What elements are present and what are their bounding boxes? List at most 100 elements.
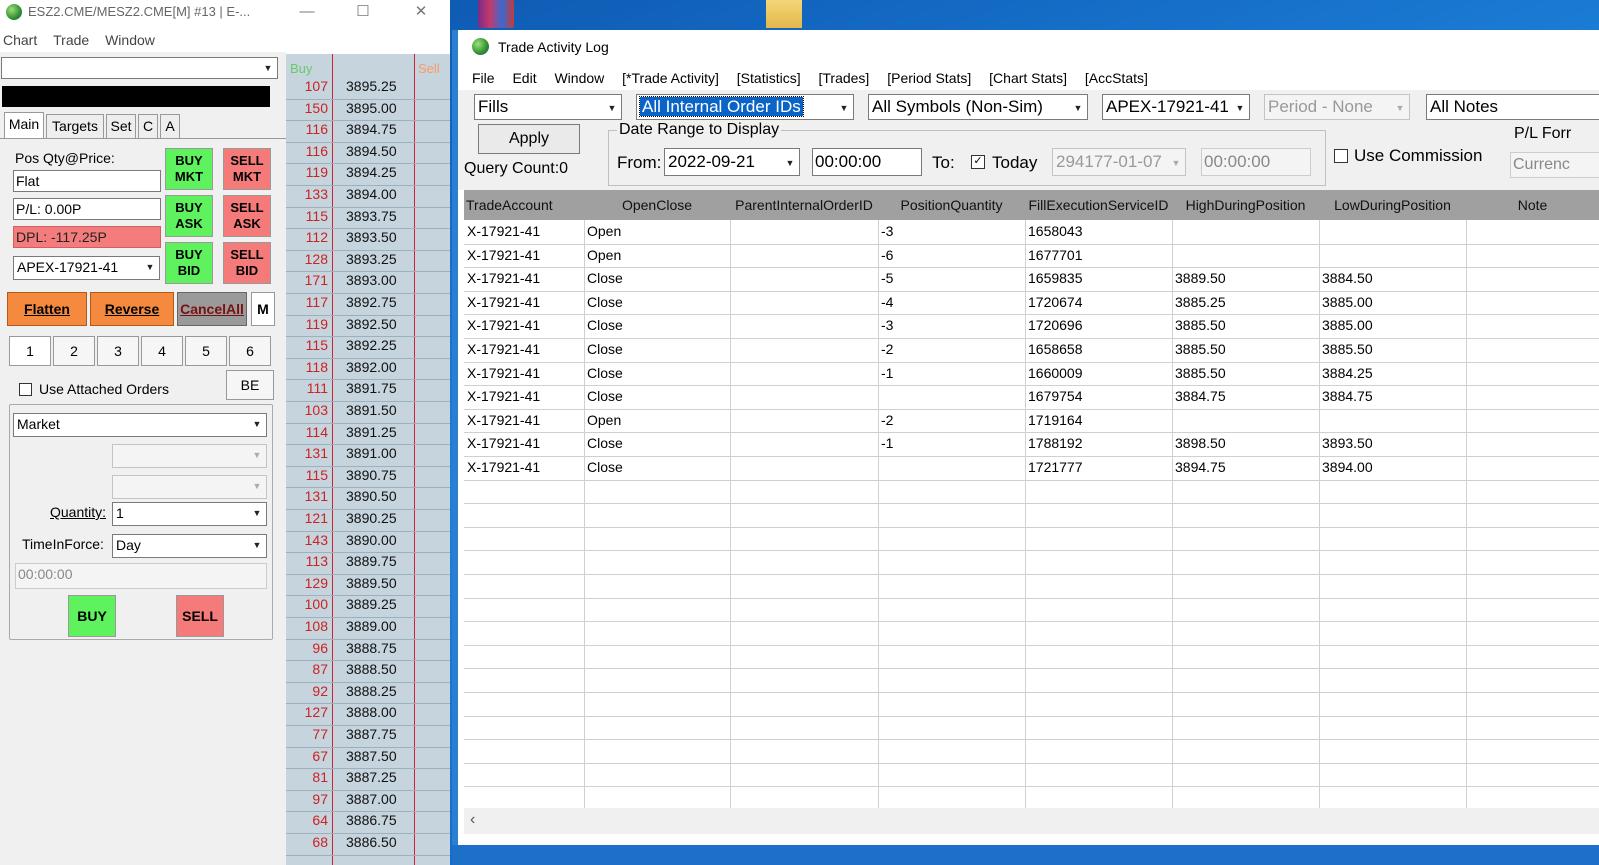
ladder-row[interactable]: 97 3887.00 [286, 791, 450, 813]
column-header[interactable]: TradeAccount [464, 190, 584, 220]
horizontal-scrollbar[interactable]: ‹ [464, 808, 1599, 834]
column-header[interactable]: Note [1466, 190, 1599, 220]
qty-preset-1[interactable]: 1 [9, 336, 51, 366]
qty-preset-3[interactable]: 3 [97, 336, 139, 366]
ladder-row[interactable]: 92 3888.25 [286, 683, 450, 705]
use-attached-checkbox[interactable] [19, 383, 32, 396]
menu-acc-stats[interactable]: [AccStats] [1085, 70, 1148, 86]
ladder-row[interactable]: 111 3891.75 [286, 380, 450, 402]
tab-c[interactable]: C [138, 114, 158, 138]
menu-trade-activity[interactable]: [*Trade Activity] [622, 70, 719, 86]
ladder-row[interactable]: 133 3894.00 [286, 186, 450, 208]
menu-trade[interactable]: Trade [53, 32, 89, 48]
ladder-row[interactable]: 150 3895.00 [286, 100, 450, 122]
column-header[interactable]: FillExecutionServiceID [1025, 190, 1172, 220]
cancel-all-button[interactable]: CancelAll [177, 292, 247, 326]
ladder-row[interactable]: 118 3892.00 [286, 359, 450, 381]
quantity-combo[interactable]: 1 ▼ [112, 502, 267, 526]
ladder-row[interactable]: 115 3890.75 [286, 467, 450, 489]
ladder-row[interactable]: 67 3887.50 [286, 748, 450, 770]
tab-main[interactable]: Main [4, 112, 44, 138]
ladder-row[interactable]: 115 3893.75 [286, 208, 450, 230]
use-commission-checkbox[interactable] [1334, 149, 1348, 163]
buy-mkt-button[interactable]: BUY MKT [165, 148, 213, 190]
menu-trades[interactable]: [Trades] [818, 70, 869, 86]
column-header[interactable]: HighDuringPosition [1172, 190, 1319, 220]
tab-targets[interactable]: Targets [46, 114, 104, 138]
ladder-row[interactable]: 112 3893.50 [286, 229, 450, 251]
account-combo[interactable]: APEX-17921-41 ▼ [13, 256, 160, 280]
qty-preset-6[interactable]: 6 [229, 336, 271, 366]
sell-ask-button[interactable]: SELL ASK [223, 195, 271, 237]
notes-filter-combo[interactable]: All Notes [1426, 94, 1599, 120]
column-header[interactable]: OpenClose [584, 190, 730, 220]
ladder-row[interactable]: 103 3891.50 [286, 402, 450, 424]
ladder-row[interactable]: 131 3891.00 [286, 445, 450, 467]
tab-a[interactable]: A [160, 114, 180, 138]
type-filter-combo[interactable]: Fills ▼ [474, 94, 622, 120]
time-in-force-combo[interactable]: Day ▼ [112, 534, 267, 558]
menu-window[interactable]: Window [105, 32, 155, 48]
ladder-row[interactable]: 113 3889.75 [286, 553, 450, 575]
ladder-row[interactable]: 96 3888.75 [286, 640, 450, 662]
ladder-row[interactable]: 143 3890.00 [286, 532, 450, 554]
from-time-field[interactable]: 00:00:00 [812, 148, 922, 176]
buy-bid-button[interactable]: BUY BID [165, 242, 213, 284]
target-combo[interactable]: ▼ [112, 444, 267, 468]
period-filter-combo[interactable]: Period - None ▼ [1264, 94, 1410, 120]
column-header[interactable]: PositionQuantity [878, 190, 1025, 220]
ladder-row[interactable]: 127 3888.00 [286, 704, 450, 726]
be-button[interactable]: BE [226, 370, 274, 400]
menu-window[interactable]: Window [554, 70, 604, 86]
account-filter-combo[interactable]: APEX-17921-41 ▼ [1102, 94, 1250, 120]
ladder-row[interactable]: 116 3894.50 [286, 143, 450, 165]
ladder-row[interactable]: 68 3886.50 [286, 834, 450, 856]
ladder-row[interactable]: 129 3889.50 [286, 575, 450, 597]
ladder-row[interactable]: 114 3891.25 [286, 424, 450, 446]
ladder-row[interactable]: 117 3892.75 [286, 294, 450, 316]
winrar-desktop-icon[interactable] [478, 0, 514, 28]
menu-chart[interactable]: Chart [3, 32, 37, 48]
symbol-filter-combo[interactable]: All Symbols (Non-Sim) ▼ [868, 94, 1088, 120]
close-icon[interactable]: ✕ [398, 2, 444, 24]
menu-statistics[interactable]: [Statistics] [737, 70, 801, 86]
folder-desktop-icon[interactable] [766, 0, 802, 28]
from-date-picker[interactable]: 2022-09-21 ▼ [664, 148, 800, 176]
to-time-field[interactable]: 00:00:00 [1201, 148, 1311, 176]
ladder-row[interactable]: 171 3893.00 [286, 272, 450, 294]
ladder-row[interactable]: 100 3889.25 [286, 596, 450, 618]
reverse-button[interactable]: Reverse [90, 292, 174, 326]
qty-preset-2[interactable]: 2 [53, 336, 95, 366]
ladder-row[interactable]: 119 3894.25 [286, 164, 450, 186]
m-button[interactable]: M [251, 292, 275, 326]
ladder-row[interactable]: 87 3888.50 [286, 661, 450, 683]
menu-file[interactable]: File [472, 70, 495, 86]
qty-preset-5[interactable]: 5 [185, 336, 227, 366]
ladder-row[interactable]: 116 3894.75 [286, 121, 450, 143]
sell-mkt-button[interactable]: SELL MKT [223, 148, 271, 190]
pl-format-field[interactable]: Currenc [1510, 152, 1599, 178]
ladder-row[interactable]: 128 3893.25 [286, 251, 450, 273]
ladder-row[interactable]: 121 3890.25 [286, 510, 450, 532]
menu-chart-stats[interactable]: [Chart Stats] [989, 70, 1067, 86]
column-header[interactable]: ParentInternalOrderID [730, 190, 878, 220]
apply-button[interactable]: Apply [478, 124, 580, 154]
symbol-combo[interactable]: ▼ [1, 57, 278, 79]
menu-period-stats[interactable]: [Period Stats] [887, 70, 971, 86]
buy-ask-button[interactable]: BUY ASK [165, 195, 213, 237]
ladder-row[interactable]: 115 3892.25 [286, 337, 450, 359]
today-checkbox[interactable]: ✓ [971, 155, 985, 169]
sell-button[interactable]: SELL [176, 595, 224, 637]
order-id-filter-combo[interactable]: All Internal Order IDs ▼ [636, 94, 854, 120]
stop-combo[interactable]: ▼ [112, 475, 267, 499]
maximize-icon[interactable]: ☐ [340, 2, 386, 24]
ladder-row[interactable]: 77 3887.75 [286, 726, 450, 748]
tab-set[interactable]: Set [106, 114, 136, 138]
to-date-picker[interactable]: 294177-01-07 ▼ [1052, 148, 1186, 176]
ladder-row[interactable]: 64 3886.75 [286, 812, 450, 834]
ladder-row[interactable]: 81 3887.25 [286, 769, 450, 791]
price-ladder[interactable]: Buy Sell 107 3895.25 150 3895.00 116 3894.75 1… [286, 54, 450, 865]
sell-bid-button[interactable]: SELL BID [223, 242, 271, 284]
qty-preset-4[interactable]: 4 [141, 336, 183, 366]
ladder-row[interactable]: 119 3892.50 [286, 316, 450, 338]
